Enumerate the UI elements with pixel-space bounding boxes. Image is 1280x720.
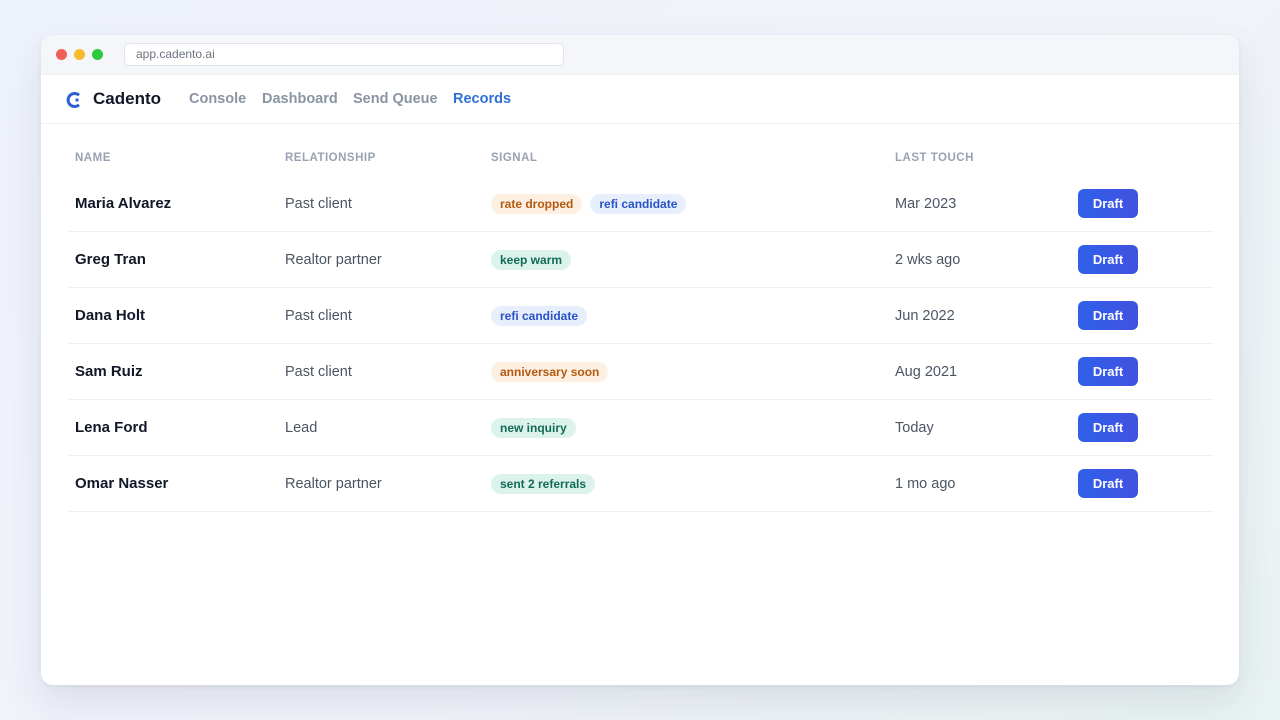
nav-item-dashboard[interactable]: Dashboard xyxy=(262,91,338,107)
browser-window: app.cadento.ai Cadento Console Dashboard… xyxy=(41,35,1239,685)
contact-name-cell: Maria Alvarez xyxy=(75,176,171,231)
contact-name-cell: Dana Holt xyxy=(75,288,145,343)
relationship: Lead xyxy=(285,419,318,436)
browser-chrome: app.cadento.ai xyxy=(41,35,1239,75)
contact-name-cell: Greg Tran xyxy=(75,232,146,287)
column-header-name: NAME xyxy=(75,152,111,164)
contact-name-cell: Lena Ford xyxy=(75,400,148,455)
draft-button[interactable]: Draft xyxy=(1078,301,1138,330)
contact-name[interactable]: Maria Alvarez xyxy=(75,195,171,212)
last-touch: 1 mo ago xyxy=(895,475,956,492)
nav-item-console[interactable]: Console xyxy=(189,91,246,107)
contact-name[interactable]: Dana Holt xyxy=(75,307,145,324)
contact-name[interactable]: Lena Ford xyxy=(75,419,148,436)
contact-name[interactable]: Greg Tran xyxy=(75,251,146,268)
relationship: Realtor partner xyxy=(285,475,382,492)
action-cell: Draft xyxy=(1078,176,1138,231)
minimize-window-icon[interactable] xyxy=(74,49,85,60)
relationship-cell: Realtor partner xyxy=(285,456,382,511)
action-cell: Draft xyxy=(1078,288,1138,343)
signal-cell: new inquiry xyxy=(491,400,584,455)
last-touch-cell: 2 wks ago xyxy=(895,232,960,287)
contact-name[interactable]: Sam Ruiz xyxy=(75,363,143,380)
action-cell: Draft xyxy=(1078,344,1138,399)
draft-button[interactable]: Draft xyxy=(1078,245,1138,274)
relationship-cell: Realtor partner xyxy=(285,232,382,287)
draft-button[interactable]: Draft xyxy=(1078,469,1138,498)
last-touch-cell: Aug 2021 xyxy=(895,344,957,399)
top-nav: Cadento Console Dashboard Send Queue Rec… xyxy=(41,75,1239,124)
action-cell: Draft xyxy=(1078,400,1138,455)
relationship-cell: Past client xyxy=(285,344,352,399)
maximize-window-icon[interactable] xyxy=(92,49,103,60)
column-header-signal: SIGNAL xyxy=(491,152,538,164)
table-row[interactable]: Dana Holt Past client refi candidate Jun 20… xyxy=(68,288,1213,344)
contact-name-cell: Sam Ruiz xyxy=(75,344,143,399)
column-header-last-touch: LAST TOUCH xyxy=(895,152,974,164)
signal-tag: rate dropped xyxy=(491,193,583,214)
records-table: NAME RELATIONSHIP SIGNAL LAST TOUCH Mari… xyxy=(68,152,1213,512)
column-header-relationship: RELATIONSHIP xyxy=(285,152,376,164)
relationship: Past client xyxy=(285,195,352,212)
table-row[interactable]: Greg Tran Realtor partner keep warm 2 wks a… xyxy=(68,232,1213,288)
contact-name-cell: Omar Nasser xyxy=(75,456,168,511)
signal-tag: anniversary soon xyxy=(491,361,609,382)
table-row[interactable]: Omar Nasser Realtor partner sent 2 referra… xyxy=(68,456,1213,512)
brand-name[interactable]: Cadento xyxy=(93,89,161,109)
draft-button[interactable]: Draft xyxy=(1078,189,1138,218)
last-touch-cell: Jun 2022 xyxy=(895,288,955,343)
last-touch: Today xyxy=(895,419,934,436)
last-touch: Jun 2022 xyxy=(895,307,955,324)
signal-cell: rate dropped refi candidate xyxy=(491,176,694,231)
cadento-logo-icon xyxy=(66,92,81,108)
last-touch: 2 wks ago xyxy=(895,251,961,268)
last-touch: Aug 2021 xyxy=(895,363,958,380)
table-header: NAME RELATIONSHIP SIGNAL LAST TOUCH xyxy=(68,152,1213,176)
last-touch-cell: Mar 2023 xyxy=(895,176,956,231)
relationship: Past client xyxy=(285,363,352,380)
last-touch: Mar 2023 xyxy=(895,195,957,212)
address-bar[interactable]: app.cadento.ai xyxy=(124,43,564,66)
draft-button[interactable]: Draft xyxy=(1078,413,1138,442)
relationship-cell: Past client xyxy=(285,176,352,231)
relationship-cell: Past client xyxy=(285,288,352,343)
table-row[interactable]: Lena Ford Lead new inquiry Today Draft xyxy=(68,400,1213,456)
table-body: Maria Alvarez Past client rate dropped refi… xyxy=(68,176,1213,512)
table-row[interactable]: Maria Alvarez Past client rate dropped refi… xyxy=(68,176,1213,232)
close-window-icon[interactable] xyxy=(56,49,67,60)
signal-cell: anniversary soon xyxy=(491,344,616,399)
relationship: Realtor partner xyxy=(285,251,382,268)
signal-cell: keep warm xyxy=(491,232,579,287)
last-touch-cell: 1 mo ago xyxy=(895,456,955,511)
relationship-cell: Lead xyxy=(285,400,317,455)
signal-tag: sent 2 referrals xyxy=(491,473,596,494)
contact-name[interactable]: Omar Nasser xyxy=(75,475,168,492)
signal-tag: refi candidate xyxy=(590,193,687,214)
signal-cell: sent 2 referrals xyxy=(491,456,603,511)
action-cell: Draft xyxy=(1078,232,1138,287)
last-touch-cell: Today xyxy=(895,400,934,455)
signal-tag: refi candidate xyxy=(491,305,588,326)
table-row[interactable]: Sam Ruiz Past client anniversary soon Aug 2… xyxy=(68,344,1213,400)
action-cell: Draft xyxy=(1078,456,1138,511)
nav-item-send-queue[interactable]: Send Queue xyxy=(353,91,438,107)
signal-tag: keep warm xyxy=(491,249,572,270)
nav-item-records[interactable]: Records xyxy=(453,91,511,107)
signal-cell: refi candidate xyxy=(491,288,595,343)
draft-button[interactable]: Draft xyxy=(1078,357,1138,386)
signal-tag: new inquiry xyxy=(491,417,576,438)
relationship: Past client xyxy=(285,307,352,324)
